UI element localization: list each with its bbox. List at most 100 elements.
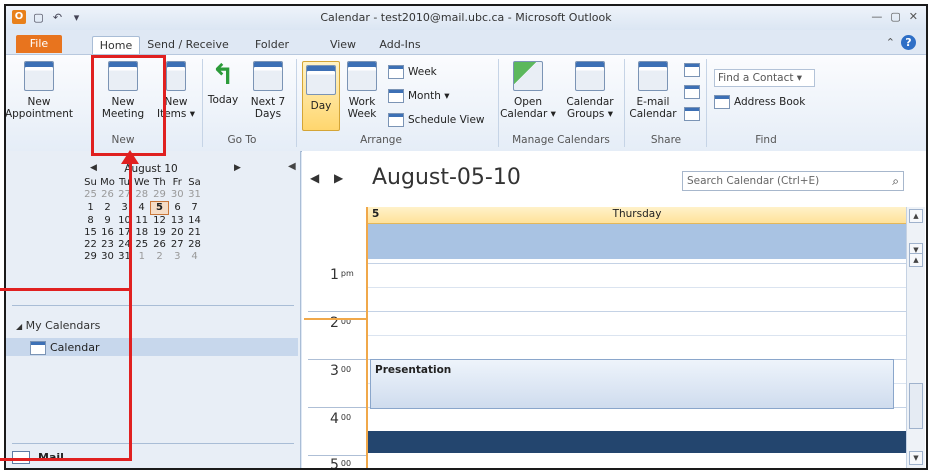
- share-calendar-button[interactable]: [684, 63, 700, 77]
- date-cell[interactable]: 16: [99, 227, 116, 239]
- minute: 00: [340, 413, 352, 422]
- date-cell[interactable]: 7: [186, 202, 203, 215]
- date-cell[interactable]: 30: [169, 189, 187, 202]
- mini-calendar-grid: Su Mo Tu We Th Fr Sa 25 26 27 28 29 30 3…: [82, 177, 203, 263]
- publish-online-button[interactable]: [684, 85, 700, 99]
- date-cell[interactable]: 26: [151, 239, 169, 251]
- date-cell[interactable]: 22: [82, 239, 99, 251]
- work-week-button[interactable]: Work Week: [344, 61, 380, 120]
- tab-view[interactable]: View: [326, 36, 360, 54]
- day-header[interactable]: 5 Thursday: [368, 207, 906, 224]
- date-cell[interactable]: 27: [169, 239, 187, 251]
- navigation-pane: ◀ August 10 ▶ ◀ Su Mo Tu We Th Fr Sa 25 …: [6, 151, 301, 468]
- date-cell[interactable]: 25: [133, 239, 151, 251]
- date-cell[interactable]: 9: [99, 215, 116, 228]
- scroll-down-icon[interactable]: ▼: [909, 451, 923, 465]
- today-button[interactable]: ↰ Today: [206, 61, 240, 107]
- tab-addins[interactable]: Add-Ins: [376, 36, 424, 54]
- date-cell[interactable]: 31: [186, 189, 203, 202]
- minimize-icon[interactable]: —: [871, 10, 882, 23]
- selected-date-cell[interactable]: 5: [150, 201, 169, 215]
- my-calendars-header[interactable]: ◢ My Calendars: [16, 319, 100, 332]
- day-column[interactable]: 5 Thursday Presentation: [366, 207, 908, 468]
- date-cell[interactable]: 2: [151, 251, 169, 263]
- date-cell[interactable]: 6: [169, 202, 187, 215]
- out-of-hours-block[interactable]: [368, 431, 906, 453]
- open-calendar-button[interactable]: Open Calendar ▾: [500, 61, 556, 120]
- maximize-icon[interactable]: ▢: [890, 10, 900, 23]
- new-appointment-label: New Appointment: [4, 96, 74, 120]
- tab-home[interactable]: Home: [92, 36, 140, 55]
- calendar-event[interactable]: Presentation: [370, 359, 894, 409]
- email-calendar-label-1: E-mail: [636, 96, 670, 108]
- date-cell[interactable]: 4: [133, 202, 151, 215]
- find-contact-input[interactable]: Find a Contact ▾: [714, 69, 815, 87]
- mini-calendar-next-icon[interactable]: ▶: [234, 163, 241, 173]
- group-goto-label: Go To: [227, 134, 257, 146]
- calendar-permissions-button[interactable]: [684, 107, 700, 121]
- calendar-list-item[interactable]: Calendar: [6, 338, 298, 356]
- calendar-groups-button[interactable]: Calendar Groups ▾: [562, 61, 618, 120]
- date-cell[interactable]: 28: [133, 189, 151, 202]
- help-icon[interactable]: ?: [901, 35, 916, 50]
- date-cell[interactable]: 1: [82, 202, 99, 215]
- pane-divider[interactable]: [12, 305, 294, 306]
- date-cell[interactable]: 8: [82, 215, 99, 228]
- date-cell[interactable]: 4: [186, 251, 203, 263]
- minimize-ribbon-icon[interactable]: ⌃: [886, 36, 895, 49]
- collapse-pane-icon[interactable]: ◀: [288, 161, 296, 172]
- date-cell[interactable]: 30: [99, 251, 116, 263]
- scroll-up-icon[interactable]: ▲: [909, 253, 923, 267]
- scroll-up-icon[interactable]: ▲: [909, 209, 923, 223]
- date-cell[interactable]: 29: [82, 251, 99, 263]
- time-slot-line: [368, 263, 906, 264]
- mini-calendar-week: 29 30 31 1 2 3 4: [82, 251, 203, 263]
- calendar-header: ◀ ▶ August-05-10 Search Calendar (Ctrl+E…: [302, 151, 926, 207]
- next-7-days-button[interactable]: Next 7 Days: [246, 61, 290, 120]
- date-cell[interactable]: 11: [133, 215, 151, 228]
- date-cell[interactable]: 14: [186, 215, 203, 228]
- date-cell[interactable]: 3: [169, 251, 187, 263]
- address-book-button[interactable]: Address Book: [714, 95, 805, 109]
- day-view-label: Day: [310, 100, 332, 112]
- date-cell[interactable]: 28: [186, 239, 203, 251]
- weekday: Th: [153, 177, 166, 188]
- date-cell[interactable]: 13: [169, 215, 187, 228]
- close-icon[interactable]: ✕: [909, 10, 918, 23]
- schedule-view-button[interactable]: Schedule View: [388, 113, 485, 127]
- date-cell[interactable]: 19: [151, 227, 169, 239]
- day-view-button[interactable]: Day: [302, 61, 340, 131]
- new-appointment-button[interactable]: New Appointment: [6, 61, 73, 120]
- vertical-scrollbar[interactable]: ▲ ▼ ▲ ▼: [906, 207, 925, 468]
- time-slot-line: [368, 287, 906, 288]
- date-title: August-05-10: [372, 165, 521, 190]
- schedule-view-icon: [388, 113, 404, 127]
- date-cell[interactable]: 21: [186, 227, 203, 239]
- email-calendar-label-2: Calendar: [629, 108, 677, 120]
- date-cell[interactable]: 20: [169, 227, 187, 239]
- all-day-area[interactable]: [368, 224, 906, 259]
- date-cell[interactable]: 25: [82, 189, 99, 202]
- scroll-thumb[interactable]: [909, 383, 923, 429]
- date-cell[interactable]: 1: [133, 251, 151, 263]
- date-cell[interactable]: 15: [82, 227, 99, 239]
- search-icon[interactable]: ⌕: [892, 172, 899, 190]
- window-controls: — ▢ ✕: [871, 10, 918, 23]
- month-view-button[interactable]: Month ▾: [388, 89, 450, 103]
- previous-day-icon[interactable]: ◀: [310, 171, 319, 185]
- weekday: Sa: [188, 177, 201, 188]
- date-cell[interactable]: 2: [99, 202, 116, 215]
- date-cell[interactable]: 23: [99, 239, 116, 251]
- date-cell[interactable]: 29: [151, 189, 169, 202]
- tab-send-receive[interactable]: Send / Receive: [146, 36, 230, 54]
- date-cell[interactable]: 18: [133, 227, 151, 239]
- date-cell[interactable]: 26: [99, 189, 116, 202]
- search-calendar-input[interactable]: Search Calendar (Ctrl+E) ⌕: [682, 171, 904, 191]
- tab-folder[interactable]: Folder: [252, 36, 292, 54]
- week-view-button[interactable]: Week: [388, 65, 437, 79]
- email-calendar-button[interactable]: E-mail Calendar: [628, 61, 678, 120]
- pane-divider[interactable]: [12, 443, 294, 444]
- tab-file[interactable]: File: [16, 35, 62, 53]
- next-day-icon[interactable]: ▶: [334, 171, 343, 185]
- date-cell[interactable]: 12: [151, 215, 169, 228]
